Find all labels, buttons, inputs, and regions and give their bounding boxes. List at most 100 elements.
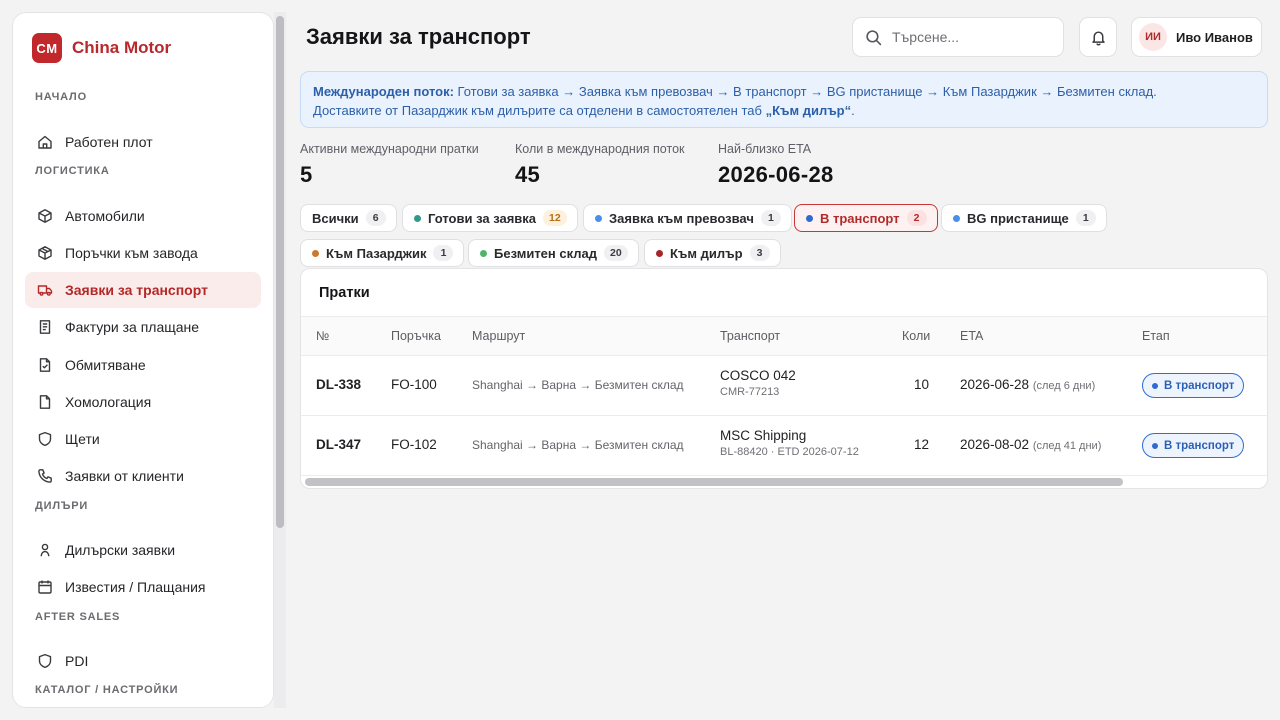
filter-chip-all[interactable]: Всички 6 — [300, 204, 397, 232]
section-label-catalog-settings: КАТАЛОГ / НАСТРОЙКИ — [35, 684, 179, 696]
filter-chip-to-pazardzhik[interactable]: Към Пазарджик 1 — [300, 239, 465, 267]
section-label-logistics: ЛОГИСТИКА — [35, 165, 110, 177]
column-header[interactable]: № — [316, 329, 329, 343]
stat-cars-in-flow: Коли в международния поток 45 — [515, 142, 685, 188]
filter-chip-ready[interactable]: Готови за заявка 12 — [402, 204, 578, 232]
shipment-number[interactable]: DL-338 — [316, 377, 361, 392]
eta-cell: 2026-08-02 (след 41 дни) — [960, 437, 1101, 452]
status-dot — [806, 214, 813, 222]
route: Shanghai → Варна → Безмитен склад — [472, 438, 684, 452]
sidebar-item-label: Заявки за транспорт — [65, 282, 208, 298]
sidebar-item-label: Обмитяване — [65, 357, 146, 373]
phone-icon — [38, 469, 52, 483]
sidebar-item-label: Заявки от клиенти — [65, 468, 184, 484]
eta-note: (след 41 дни) — [1032, 440, 1102, 452]
stage-badge[interactable]: В транспорт — [1142, 433, 1245, 458]
sidebar-item-damages[interactable]: Щети — [25, 421, 261, 457]
table-header: № Поръчка Маршрут Транспорт Коли ETA Ета… — [301, 316, 1267, 356]
sidebar-item-factory-orders[interactable]: Поръчки към завода — [25, 235, 261, 271]
column-header[interactable]: Маршрут — [472, 329, 525, 343]
brand-logo: CM — [32, 33, 62, 63]
chip-label: Готови за заявка — [428, 210, 537, 226]
sidebar-item-dashboard[interactable]: Работен плот — [25, 124, 261, 160]
stat-nearest-eta: Най-близко ETA 2026-06-28 — [718, 142, 834, 188]
table-row[interactable]: DL-338 FO-100 Shanghai → Варна → Безмите… — [301, 356, 1267, 416]
transport-name: MSC Shipping — [720, 428, 807, 443]
user-icon — [40, 543, 50, 557]
sidebar-item-client-requests[interactable]: Заявки от клиенти — [25, 458, 261, 494]
sidebar-item-invoices[interactable]: Фактури за плащане — [25, 309, 261, 345]
chip-count: 1 — [760, 210, 781, 226]
package-icon — [38, 246, 52, 260]
sidebar-item-homologation[interactable]: Хомологация — [25, 384, 261, 420]
column-header[interactable]: Коли — [902, 329, 930, 343]
eta-cell: 2026-06-28 (след 6 дни) — [960, 377, 1095, 392]
sidebar-item-transport-requests[interactable]: Заявки за транспорт — [25, 272, 261, 308]
chip-label: В транспорт — [820, 210, 900, 226]
stat-label: Най-близко ETA — [718, 142, 812, 156]
chip-label: BG пристанище — [967, 210, 1069, 226]
chip-count: 6 — [365, 210, 386, 226]
sidebar-item-dealer-requests[interactable]: Дилърски заявки — [25, 532, 261, 568]
column-header[interactable]: Етап — [1142, 329, 1170, 343]
filter-chip-bg-port[interactable]: BG пристанище 1 — [941, 204, 1107, 232]
sidebar-item-notices-payments[interactable]: Известия / Плащания — [25, 569, 261, 605]
search-box[interactable] — [852, 17, 1064, 57]
chip-count: 12 — [543, 210, 567, 226]
card-title: Пратки — [319, 285, 370, 301]
column-header[interactable]: ETA — [960, 329, 983, 343]
shield-icon — [38, 431, 52, 447]
filter-chip-in-transport[interactable]: В транспорт 2 — [794, 204, 938, 232]
status-dot — [414, 214, 421, 222]
sidebar-item-customs[interactable]: Обмитяване — [25, 347, 261, 383]
banner-line-1: Международен поток: Готови за заявка → З… — [313, 82, 1255, 101]
calendar-icon — [38, 580, 52, 594]
sidebar-item-label: Автомобили — [65, 208, 145, 224]
filter-chip-bonded-warehouse[interactable]: Безмитен склад 20 — [468, 239, 639, 267]
sidebar-item-label: Работен плот — [65, 134, 153, 150]
section-label-after-sales: AFTER SALES — [35, 611, 121, 623]
sidebar-item-label: Щети — [65, 431, 100, 447]
user-name: Иво Иванов — [1176, 29, 1253, 45]
column-header[interactable]: Поръчка — [391, 329, 441, 343]
sidebar-item-label: Поръчки към завода — [65, 245, 198, 261]
file-icon — [39, 395, 51, 409]
banner-lead: Международен поток: — [313, 84, 454, 99]
chip-count: 2 — [906, 210, 927, 226]
status-dot — [953, 214, 960, 222]
search-input[interactable] — [892, 29, 1042, 45]
brand[interactable]: CM China Motor — [32, 33, 171, 63]
chip-count: 3 — [749, 245, 770, 261]
sidebar-item-cars[interactable]: Автомобили — [25, 198, 261, 234]
info-banner: Международен поток: Готови за заявка → З… — [300, 71, 1268, 128]
table-row[interactable]: DL-347 FO-102 Shanghai → Варна → Безмите… — [301, 416, 1267, 476]
section-label-dealers: ДИЛЪРИ — [35, 500, 89, 512]
receipt-icon — [39, 320, 51, 334]
table-scrollbar-thumb[interactable] — [305, 478, 1123, 486]
user-menu[interactable]: ИИ Иво Иванов — [1131, 17, 1262, 57]
cars-count: 10 — [914, 377, 930, 392]
transport-ref: BL-88420 · ETD 2026-07-12 — [720, 446, 859, 458]
status-dot — [656, 249, 663, 257]
stat-value: 5 — [300, 162, 313, 187]
notifications-button[interactable] — [1079, 17, 1117, 57]
banner-dealer-tab: „Към дилър“ — [765, 103, 852, 118]
transport-ref: CMR-77213 — [720, 386, 780, 398]
filter-chip-carrier-request[interactable]: Заявка към превозвач 1 — [583, 204, 792, 232]
stage-badge[interactable]: В транспорт — [1142, 373, 1245, 398]
route: Shanghai → Варна → Безмитен склад — [472, 378, 684, 392]
sidebar-scrollbar-thumb[interactable] — [276, 16, 284, 528]
transport-name: COSCO 042 — [720, 368, 796, 383]
file-check-icon — [39, 358, 51, 372]
banner-text-end: . — [851, 103, 855, 118]
stage-label: В транспорт — [1164, 439, 1235, 452]
stat-active-shipments: Активни международни пратки 5 — [300, 142, 479, 188]
shipment-number[interactable]: DL-347 — [316, 437, 361, 452]
column-header[interactable]: Транспорт — [720, 329, 780, 343]
filter-chip-to-dealer[interactable]: Към дилър 3 — [644, 239, 781, 267]
sidebar-item-label: Фактури за плащане — [65, 319, 200, 335]
shipments-card: Пратки № Поръчка Маршрут Транспорт Коли … — [300, 268, 1268, 489]
eta-date: 2026-08-02 — [960, 437, 1030, 452]
avatar: ИИ — [1139, 23, 1167, 51]
sidebar-item-pdi[interactable]: PDI — [25, 643, 261, 679]
